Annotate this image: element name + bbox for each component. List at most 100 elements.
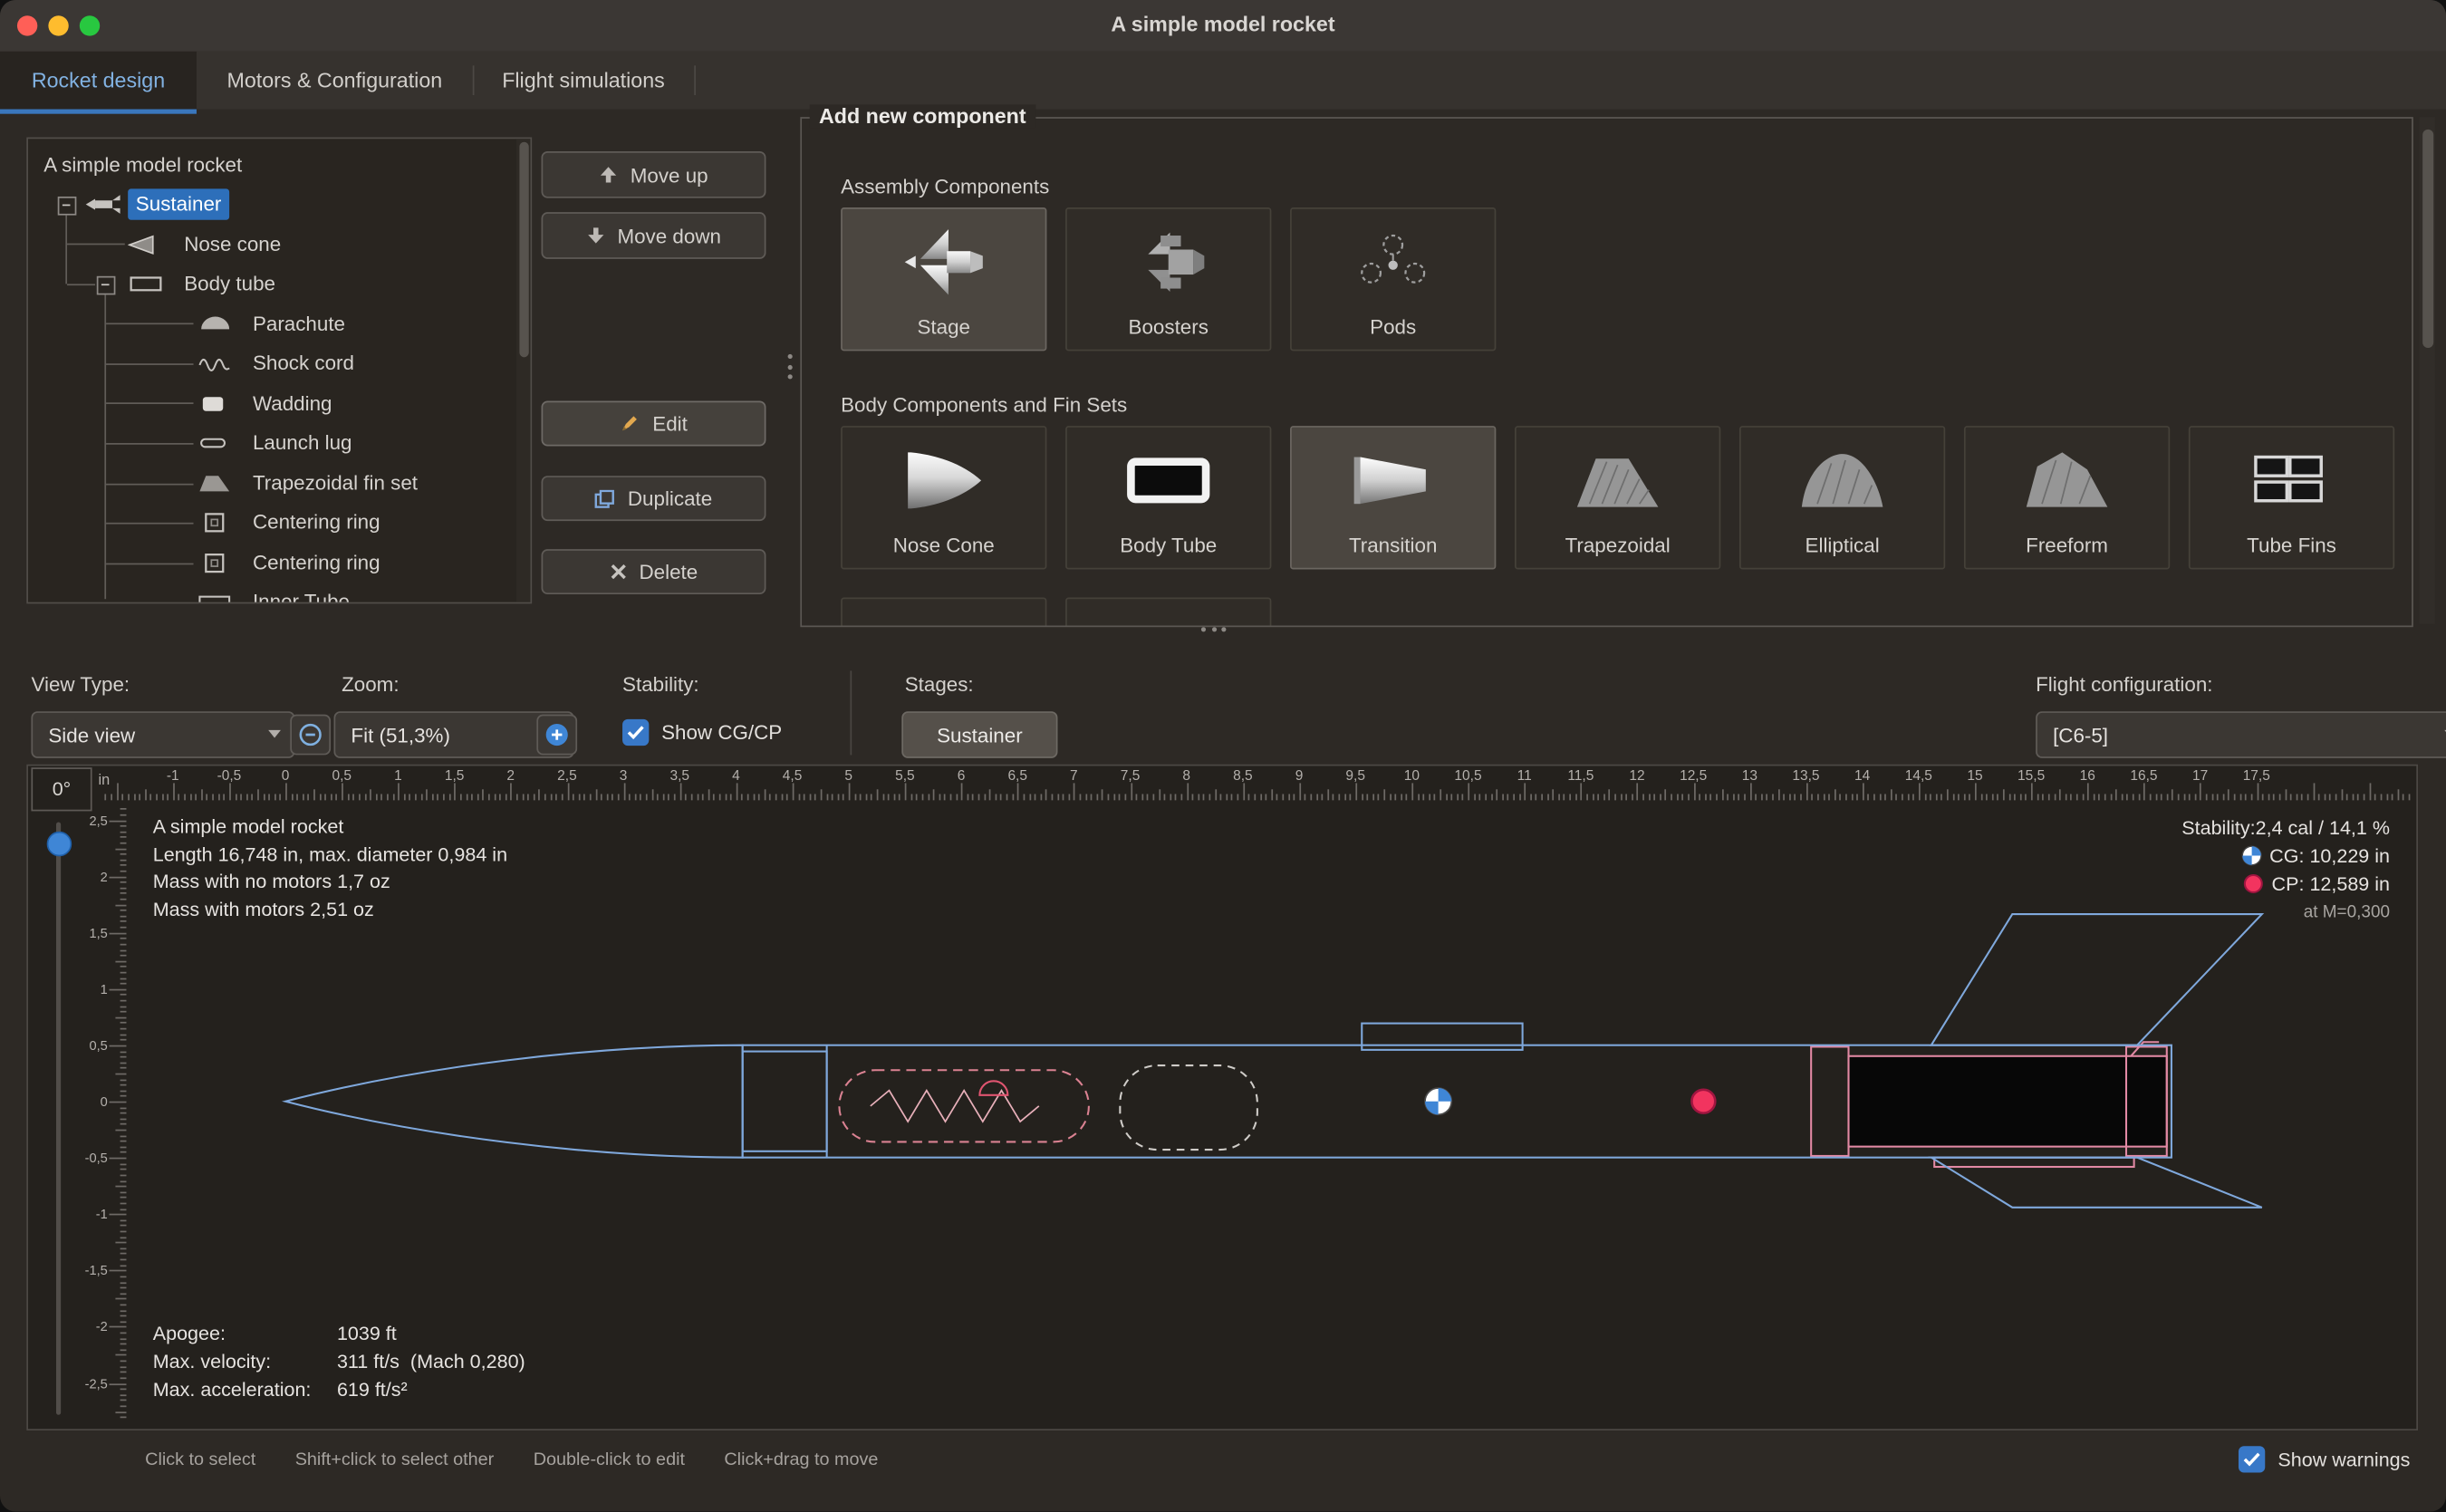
tree-item-centering-ring-1[interactable]: Centering ring	[28, 502, 515, 543]
component-button-elliptical[interactable]: Elliptical	[1739, 426, 1945, 569]
tree-item-nose-cone[interactable]: Nose cone	[28, 225, 515, 265]
tab-label: Rocket design	[32, 69, 165, 92]
edit-button[interactable]: Edit	[542, 401, 766, 447]
view-type-select[interactable]: Side view	[31, 711, 294, 758]
rocket-name: A simple model rocket	[153, 814, 507, 842]
stage-icon	[843, 226, 1045, 298]
move-down-label: Move down	[617, 224, 720, 247]
rocket-view-canvas: 0° in -1-0,500,511,522,533,544,555,566,5…	[26, 765, 2418, 1430]
rocket-dimensions: Length 16,748 in, max. diameter 0,984 in	[153, 842, 507, 869]
tree-item-label: Launch lug	[253, 428, 352, 458]
statusbar-hints: Click to select Shift+click to select ot…	[145, 1450, 912, 1469]
component-button-partial-2[interactable]	[1065, 598, 1271, 628]
wadding-icon	[197, 393, 234, 415]
component-button-boosters[interactable]: Boosters	[1065, 207, 1271, 351]
elliptical-fin-icon	[1741, 445, 1944, 516]
move-down-button[interactable]: Move down	[542, 212, 766, 259]
stage-toggle-label: Sustainer	[937, 723, 1023, 746]
tree-item-parachute[interactable]: Parachute	[28, 304, 515, 345]
minus-circle-icon	[298, 722, 323, 747]
duplicate-label: Duplicate	[628, 486, 712, 510]
stability-value: 2,4 cal / 14,1 %	[2256, 817, 2390, 839]
tree-item-label: A simple model rocket	[43, 149, 242, 180]
component-button-nose-cone[interactable]: Nose Cone	[841, 426, 1046, 569]
component-button-body-tube[interactable]: Body Tube	[1065, 426, 1271, 569]
tree-item-label: Shock cord	[253, 348, 354, 379]
splitter-grip-vertical[interactable]	[788, 354, 793, 380]
show-warnings-checkbox[interactable]	[2239, 1446, 2265, 1472]
centering-ring-icon	[197, 512, 234, 534]
component-button-stage[interactable]: Stage	[841, 207, 1046, 351]
arrow-down-icon	[586, 226, 605, 246]
panel-scrollbar-thumb[interactable]	[2422, 130, 2432, 348]
tree-scrollbar-thumb[interactable]	[519, 142, 528, 358]
component-button-trapezoidal[interactable]: Trapezoidal	[1515, 426, 1720, 569]
delete-button[interactable]: Delete	[542, 549, 766, 594]
collapse-toggle[interactable]	[58, 197, 77, 216]
component-button-pods[interactable]: Pods	[1290, 207, 1496, 351]
component-button-tube-fins[interactable]: Tube Fins	[2189, 426, 2394, 569]
body-tube-icon	[128, 273, 165, 294]
tab-rocket-design[interactable]: Rocket design	[0, 52, 197, 114]
zoom-out-button[interactable]	[290, 715, 331, 756]
tube-fins-icon	[2191, 445, 2393, 516]
zoom-value: Fit (51,3%)	[351, 723, 449, 746]
inner-tube-icon	[197, 592, 234, 604]
parachute-icon	[197, 313, 234, 335]
flight-configuration-label: Flight configuration:	[2036, 672, 2212, 696]
main-tabbar: Rocket design Motors & Configuration Fli…	[0, 52, 2446, 110]
tree-item-centering-ring-2[interactable]: Centering ring	[28, 543, 515, 583]
tree-item-wadding[interactable]: Wadding	[28, 384, 515, 425]
tree-item-sustainer[interactable]: Sustainer	[28, 184, 515, 225]
body-components-heading: Body Components and Fin Sets	[841, 393, 1127, 417]
toolbar-separator	[850, 670, 852, 755]
apogee-value: 1039 ft	[337, 1323, 397, 1344]
rocket-icon	[84, 194, 121, 216]
tree-item-label: Inner Tube	[253, 586, 350, 603]
panel-scrollbar[interactable]	[2420, 117, 2435, 624]
pods-icon	[1292, 226, 1495, 298]
chevron-down-icon	[268, 730, 281, 738]
tab-separator	[694, 65, 696, 95]
cp-value: 12,589 in	[2309, 873, 2390, 895]
flight-configuration-value: [C6-5]	[2053, 723, 2108, 746]
zoom-in-button[interactable]	[536, 715, 577, 756]
nose-cone-icon	[128, 234, 165, 255]
component-button-transition[interactable]: Transition	[1290, 426, 1496, 569]
collapse-toggle[interactable]	[97, 276, 116, 295]
move-up-button[interactable]: Move up	[542, 151, 766, 198]
tree-item-body-tube[interactable]: Body tube	[28, 264, 515, 304]
tab-motors-configuration[interactable]: Motors & Configuration	[197, 52, 473, 110]
tree-item-trapezoidal-fin-set[interactable]: Trapezoidal fin set	[28, 463, 515, 504]
show-cgcp-checkbox[interactable]	[622, 719, 649, 746]
component-button-freeform[interactable]: Freeform	[1964, 426, 2170, 569]
flight-configuration-select[interactable]: [C6-5]	[2036, 711, 2446, 758]
check-icon	[2244, 1452, 2261, 1466]
rocket-info-block: A simple model rocket Length 16,748 in, …	[153, 814, 507, 924]
boosters-icon	[1067, 226, 1270, 298]
tab-label: Flight simulations	[502, 69, 665, 92]
tree-item-launch-lug[interactable]: Launch lug	[28, 423, 515, 464]
velocity-value: 311 ft/s (Mach 0,280)	[337, 1351, 525, 1372]
component-button-partial-1[interactable]	[841, 598, 1046, 628]
show-warnings-label: Show warnings	[2277, 1449, 2410, 1470]
tree-item-label: Nose cone	[184, 229, 281, 260]
hint-click-drag: Click+drag to move	[724, 1450, 878, 1469]
duplicate-icon	[595, 489, 615, 508]
shock-cord-icon	[197, 352, 234, 374]
stage-toggle-sustainer[interactable]: Sustainer	[901, 711, 1057, 758]
acceleration-label: Max. acceleration:	[153, 1377, 337, 1405]
add-component-panel: Assembly Components Stage Boosters Pods …	[800, 117, 2412, 627]
tab-flight-simulations[interactable]: Flight simulations	[473, 52, 695, 110]
fin-set-icon	[197, 473, 234, 495]
acceleration-value: 619 ft/s²	[337, 1378, 408, 1400]
splitter-grip-horizontal[interactable]	[1201, 627, 1227, 631]
tree-item-inner-tube[interactable]: Inner Tube	[28, 582, 515, 603]
tree-scrollbar[interactable]	[516, 139, 530, 602]
tree-item-rocket-root[interactable]: A simple model rocket	[28, 145, 515, 186]
duplicate-button[interactable]: Duplicate	[542, 476, 766, 521]
cg-caption: CG:	[2269, 845, 2304, 867]
show-cgcp-label: Show CG/CP	[661, 721, 782, 745]
tree-item-shock-cord[interactable]: Shock cord	[28, 343, 515, 384]
app-window: A simple model rocket Rocket design Moto…	[0, 0, 2446, 1512]
